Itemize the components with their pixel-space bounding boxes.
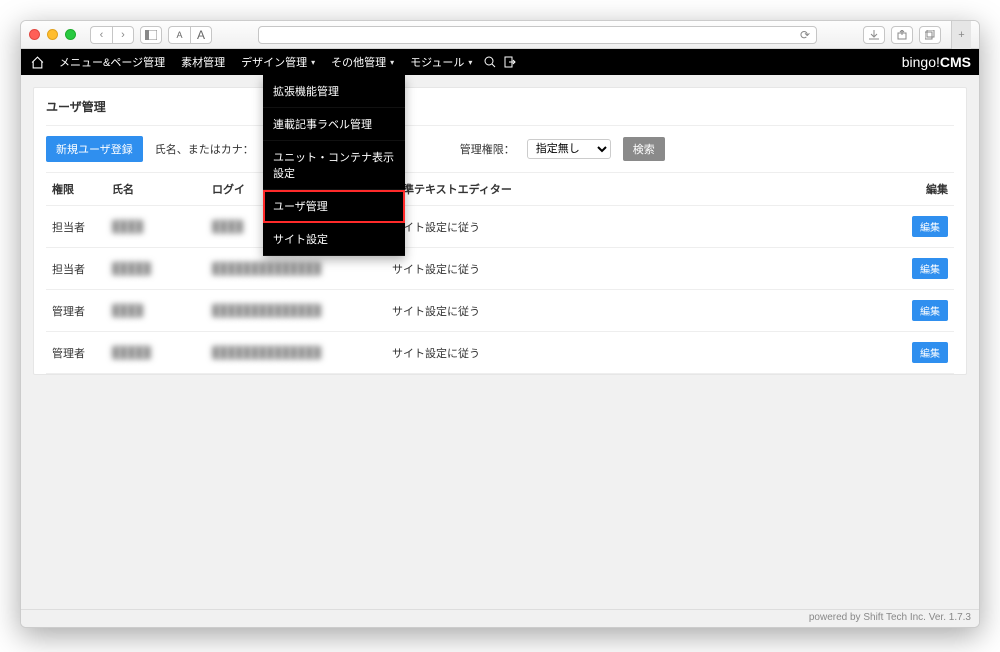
- cell-login: ██████████████: [206, 332, 386, 374]
- menu-label: その他管理: [331, 54, 386, 70]
- col-name: 氏名: [106, 173, 206, 206]
- dropdown-item-unitdisplay[interactable]: ユニット・コンテナ表示設定: [263, 141, 405, 190]
- close-icon[interactable]: [29, 29, 40, 40]
- cell-name: ████: [106, 290, 206, 332]
- edit-button[interactable]: 編集: [912, 342, 948, 363]
- filter-name-label: 氏名、またはカナ：: [155, 141, 254, 157]
- menu-pages[interactable]: メニュー&ページ管理: [51, 49, 173, 75]
- titlebar-right: [863, 26, 941, 44]
- logout-icon[interactable]: [500, 56, 520, 68]
- brand-logo: bingo!CMS: [902, 54, 971, 70]
- search-icon[interactable]: [480, 56, 500, 68]
- font-size-buttons: A A: [168, 26, 212, 44]
- reload-icon[interactable]: ⟳: [800, 28, 810, 42]
- sidebar-toggle-icon[interactable]: [140, 26, 162, 44]
- table-row: 担当者 █████ ██████████████ サイト設定に従う 編集: [46, 248, 954, 290]
- filter-role-label: 管理権限：: [460, 141, 515, 157]
- col-edit: 編集: [904, 173, 954, 206]
- cell-name: █████: [106, 248, 206, 290]
- cell-role: 担当者: [46, 206, 106, 248]
- browser-window: ‹ › A A ⟳ + メ: [20, 20, 980, 628]
- table-row: 担当者 ████ ████ サイト設定に従う 編集: [46, 206, 954, 248]
- cell-role: 管理者: [46, 290, 106, 332]
- dropdown-other: 拡張機能管理 連載記事ラベル管理 ユニット・コンテナ表示設定 ユーザ管理 サイト…: [263, 75, 405, 256]
- user-table: 権限 氏名 ログイ 標準テキストエディター 編集 担当者 ████ ████ サ…: [46, 173, 954, 374]
- menu-label: 素材管理: [181, 54, 225, 70]
- caret-down-icon: ▾: [468, 58, 472, 67]
- cell-role: 担当者: [46, 248, 106, 290]
- menu-label: デザイン管理: [241, 54, 307, 70]
- cell-editor: サイト設定に従う: [386, 290, 904, 332]
- font-small-button[interactable]: A: [168, 26, 190, 44]
- footer: powered by Shift Tech Inc. Ver. 1.7.3: [21, 609, 979, 627]
- brand-suffix: CMS: [940, 54, 971, 70]
- download-icon[interactable]: [863, 26, 885, 44]
- cell-name: █████: [106, 332, 206, 374]
- browser-titlebar: ‹ › A A ⟳ +: [21, 21, 979, 49]
- new-tab-button[interactable]: +: [951, 21, 971, 49]
- home-icon[interactable]: [29, 54, 45, 70]
- menu-assets[interactable]: 素材管理: [173, 49, 233, 75]
- new-user-button[interactable]: 新規ユーザ登録: [46, 136, 143, 162]
- cell-role: 管理者: [46, 332, 106, 374]
- dropdown-item-sitesettings[interactable]: サイト設定: [263, 223, 405, 256]
- brand-prefix: bingo!: [902, 54, 940, 70]
- edit-button[interactable]: 編集: [912, 216, 948, 237]
- font-large-button[interactable]: A: [190, 26, 212, 44]
- dropdown-item-usermgmt[interactable]: ユーザ管理: [263, 190, 405, 223]
- share-icon[interactable]: [891, 26, 913, 44]
- cell-login: ██████████████: [206, 290, 386, 332]
- nav-buttons: ‹ ›: [90, 26, 134, 44]
- tabs-icon[interactable]: [919, 26, 941, 44]
- col-role: 権限: [46, 173, 106, 206]
- maximize-icon[interactable]: [65, 29, 76, 40]
- table-row: 管理者 █████ ██████████████ サイト設定に従う 編集: [46, 332, 954, 374]
- cell-editor: サイト設定に従う: [386, 332, 904, 374]
- cell-editor: サイト設定に従う: [386, 206, 904, 248]
- filter-role-select[interactable]: 指定無し: [527, 139, 611, 159]
- minimize-icon[interactable]: [47, 29, 58, 40]
- dropdown-item-extensions[interactable]: 拡張機能管理: [263, 75, 405, 108]
- edit-button[interactable]: 編集: [912, 258, 948, 279]
- menu-module[interactable]: モジュール ▾: [402, 49, 480, 75]
- filter-row: 新規ユーザ登録 氏名、またはカナ： 管理権限： 指定無し 検索: [46, 136, 954, 173]
- search-button[interactable]: 検索: [623, 137, 665, 161]
- edit-button[interactable]: 編集: [912, 300, 948, 321]
- table-header-row: 権限 氏名 ログイ 標準テキストエディター 編集: [46, 173, 954, 206]
- caret-down-icon: ▾: [390, 58, 394, 67]
- menu-label: モジュール: [410, 54, 464, 70]
- content-area: ユーザ管理 新規ユーザ登録 氏名、またはカナ： 管理権限： 指定無し 検索 権限…: [21, 75, 979, 609]
- traffic-lights: [29, 29, 76, 40]
- col-editor: 標準テキストエディター: [386, 173, 904, 206]
- caret-down-icon: ▾: [311, 58, 315, 67]
- menu-design[interactable]: デザイン管理 ▾: [233, 49, 323, 75]
- cell-name: ████: [106, 206, 206, 248]
- page-title: ユーザ管理: [46, 98, 954, 126]
- table-row: 管理者 ████ ██████████████ サイト設定に従う 編集: [46, 290, 954, 332]
- app-menubar: メニュー&ページ管理 素材管理 デザイン管理 ▾ その他管理 ▾ モジュール ▾…: [21, 49, 979, 75]
- menu-label: メニュー&ページ管理: [59, 54, 165, 70]
- dropdown-item-labelmgr[interactable]: 連載記事ラベル管理: [263, 108, 405, 141]
- forward-button[interactable]: ›: [112, 26, 134, 44]
- cell-editor: サイト設定に従う: [386, 248, 904, 290]
- user-panel: ユーザ管理 新規ユーザ登録 氏名、またはカナ： 管理権限： 指定無し 検索 権限…: [33, 87, 967, 375]
- address-bar[interactable]: ⟳: [258, 26, 817, 44]
- menu-other[interactable]: その他管理 ▾: [323, 49, 402, 75]
- back-button[interactable]: ‹: [90, 26, 112, 44]
